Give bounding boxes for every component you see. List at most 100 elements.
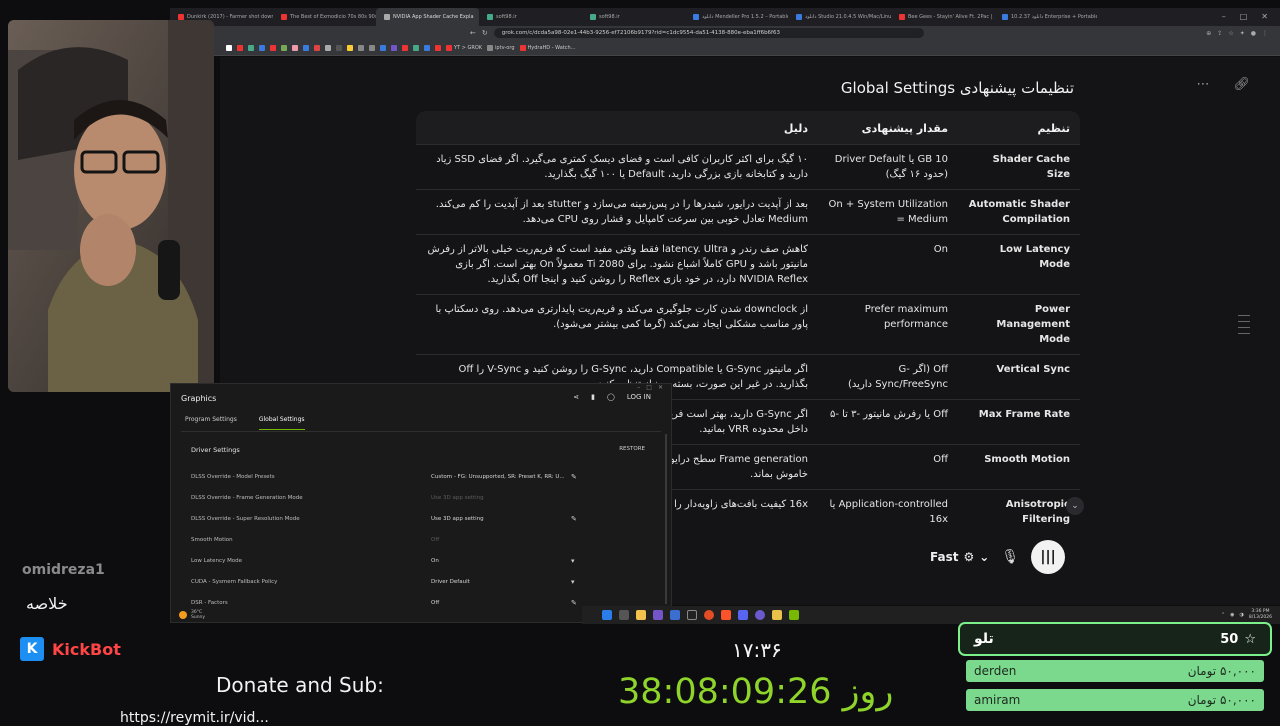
back-icon[interactable]: ← [470, 29, 476, 37]
bookmark-icon[interactable] [435, 44, 441, 51]
bookmark-icon[interactable] [380, 44, 386, 51]
dropdown-arrow-icon[interactable]: ▾ [571, 557, 581, 565]
voice-mode-button[interactable]: ||| [1031, 540, 1066, 574]
tab-global-settings[interactable]: Global Settings [258, 416, 305, 430]
dropdown-arrow-icon[interactable]: ▾ [571, 578, 581, 586]
restore-button[interactable]: RESTORE [619, 446, 645, 452]
bookmark-icon[interactable] [270, 44, 276, 51]
browser-tab[interactable]: دانلود 10.2.37 Enterprise + Portable [994, 8, 1097, 26]
driver-setting-row[interactable]: CUDA - Sysmem Fallback Policy Driver Defa… [191, 571, 581, 592]
bookmark-icon[interactable] [358, 44, 364, 51]
x-icon[interactable] [687, 610, 697, 620]
extensions-icon[interactable]: ✦ [1240, 30, 1245, 37]
setting-label: Low Latency Mode [191, 557, 243, 564]
brave-icon[interactable] [721, 610, 731, 620]
menu-icon[interactable]: ⋮ [1262, 30, 1268, 37]
driver-setting-row[interactable]: DLSS Override - Frame Generation Mode Use… [191, 487, 581, 508]
model-label: Fast [930, 550, 959, 564]
driver-setting-row[interactable]: DLSS Override - Super Resolution Mode Use… [191, 508, 581, 529]
setting-value[interactable]: Off [431, 537, 571, 543]
firefox-icon[interactable] [704, 610, 714, 620]
rocket-icon: ⚙︎ [963, 550, 975, 564]
feedback-icon[interactable]: ▮ [591, 393, 595, 401]
url-field[interactable]: grok.com/c/dcda5a98-02e1-44b3-9256-ef721… [493, 28, 924, 38]
setting-value[interactable]: Use 3D app setting [431, 495, 571, 501]
setting-value[interactable]: Off [431, 600, 571, 606]
bookmark-icon[interactable] [402, 44, 408, 51]
bookmark-icon[interactable] [237, 44, 243, 51]
setting-value[interactable]: Driver Default [431, 579, 571, 585]
setting-value[interactable]: On [431, 558, 571, 564]
bookmark-icon[interactable] [314, 44, 320, 51]
bookmark-item[interactable]: HydraHD - Watch... [519, 44, 575, 51]
bookmark-item[interactable]: iptv-org [487, 44, 515, 51]
setting-value[interactable]: Custom - FG: Unsupported, SR: Preset K, … [431, 474, 571, 480]
setting-cell: Smooth Motion [958, 444, 1080, 490]
bookmark-icon[interactable] [424, 44, 430, 51]
maximize-icon[interactable]: □ [1240, 12, 1248, 21]
setting-value[interactable]: Use 3D app setting [431, 516, 571, 522]
close-icon[interactable]: ✕ [1261, 12, 1268, 21]
bookmark-icon[interactable] [325, 44, 331, 51]
minimize-icon[interactable]: – [1222, 12, 1226, 21]
bookmark-icon[interactable] [347, 44, 353, 51]
driver-setting-row[interactable]: Low Latency Mode On ▾ [191, 550, 581, 571]
share-icon[interactable]: ⇪ [1217, 30, 1222, 37]
weather-widget[interactable]: 36°C Sunny [179, 610, 205, 620]
browser-tab[interactable]: دانلود Studio 21.0.4.5 Win/Mac/Linux [788, 8, 891, 26]
edit-icon[interactable]: ✎ [571, 473, 581, 481]
volume-icon[interactable]: ◑ [1240, 612, 1244, 618]
profile-icon[interactable]: ● [1251, 30, 1256, 37]
tab-program-settings[interactable]: Program Settings [185, 416, 237, 430]
zoom-icon[interactable]: ⊕ [1206, 30, 1211, 37]
bookmark-item[interactable]: YT > GROK [446, 44, 482, 51]
bookmark-icon[interactable] [226, 44, 232, 51]
driver-setting-row[interactable]: Smooth Motion Off [191, 529, 581, 550]
maximize-icon[interactable]: □ [646, 384, 652, 391]
discord-icon[interactable] [738, 610, 748, 620]
bookmark-icon[interactable] [413, 44, 419, 51]
notes-icon[interactable] [772, 610, 782, 620]
browser-tab[interactable]: soft98.ir [479, 8, 582, 26]
browser-tab[interactable]: دانلود Mendeller Pro 1.5.2 – Portable [685, 8, 788, 26]
bookmark-icon[interactable] [259, 44, 265, 51]
reload-icon[interactable]: ↻ [482, 29, 488, 37]
share-icon[interactable]: ⋖ [573, 393, 579, 401]
edit-icon[interactable]: ✎ [571, 515, 581, 523]
browser-tab[interactable]: Bee Gees - Stayin' Alive Ft. 2Pac | Ja [891, 8, 994, 26]
task-view-icon[interactable] [619, 610, 629, 620]
bookmark-icon[interactable] [391, 44, 397, 51]
nvidia-icon[interactable] [789, 610, 799, 620]
scrollbar[interactable] [665, 434, 667, 604]
more-options-icon[interactable]: ⋯ [1196, 77, 1209, 92]
account-icon[interactable]: ◯ [607, 393, 615, 401]
minimize-icon[interactable]: – [637, 384, 640, 391]
taskbar-clock[interactable]: 3:36 PM 8/13/2026 [1249, 609, 1272, 621]
browser-tab[interactable]: soft98.ir [582, 8, 685, 26]
browser-tab[interactable]: The Best of Exmodicio 70s 80s 90s [273, 8, 376, 26]
driver-setting-row[interactable]: DLSS Override - Model Presets Custom - FG… [191, 466, 581, 487]
bookmark-icon[interactable] [248, 44, 254, 51]
bookmark-icon[interactable] [336, 44, 342, 51]
network-icon[interactable]: ◉ [1230, 612, 1234, 618]
bookmark-icon[interactable] [292, 44, 298, 51]
vscode-icon[interactable] [670, 610, 680, 620]
driver-setting-row[interactable]: DSR - Factors Off ✎ [191, 592, 581, 613]
close-icon[interactable]: ✕ [658, 384, 663, 391]
bookmark-star-icon[interactable]: ☆ [1228, 30, 1233, 37]
bookmark-icon[interactable] [303, 44, 309, 51]
edit-icon[interactable]: ✎ [571, 599, 581, 607]
link-icon[interactable]: 🔗︎ [1233, 77, 1250, 92]
bookmark-icon[interactable] [369, 44, 375, 51]
bookmark-icon[interactable] [281, 44, 287, 51]
browser-tab[interactable]: NVIDIA App Shader Cache Expla [376, 8, 479, 26]
obs-icon[interactable] [755, 610, 765, 620]
tray-chevron-icon[interactable]: ⌃ [1221, 612, 1225, 618]
scroll-down-icon[interactable]: ⌄ [1066, 497, 1084, 515]
app-icon[interactable] [653, 610, 663, 620]
model-selector[interactable]: Fast ⚙︎ ⌄ [930, 550, 989, 564]
start-icon[interactable] [602, 610, 612, 620]
login-button[interactable]: LOG IN [627, 393, 651, 401]
microphone-icon[interactable]: 🎙︎ [1001, 549, 1019, 565]
file-explorer-icon[interactable] [636, 610, 646, 620]
